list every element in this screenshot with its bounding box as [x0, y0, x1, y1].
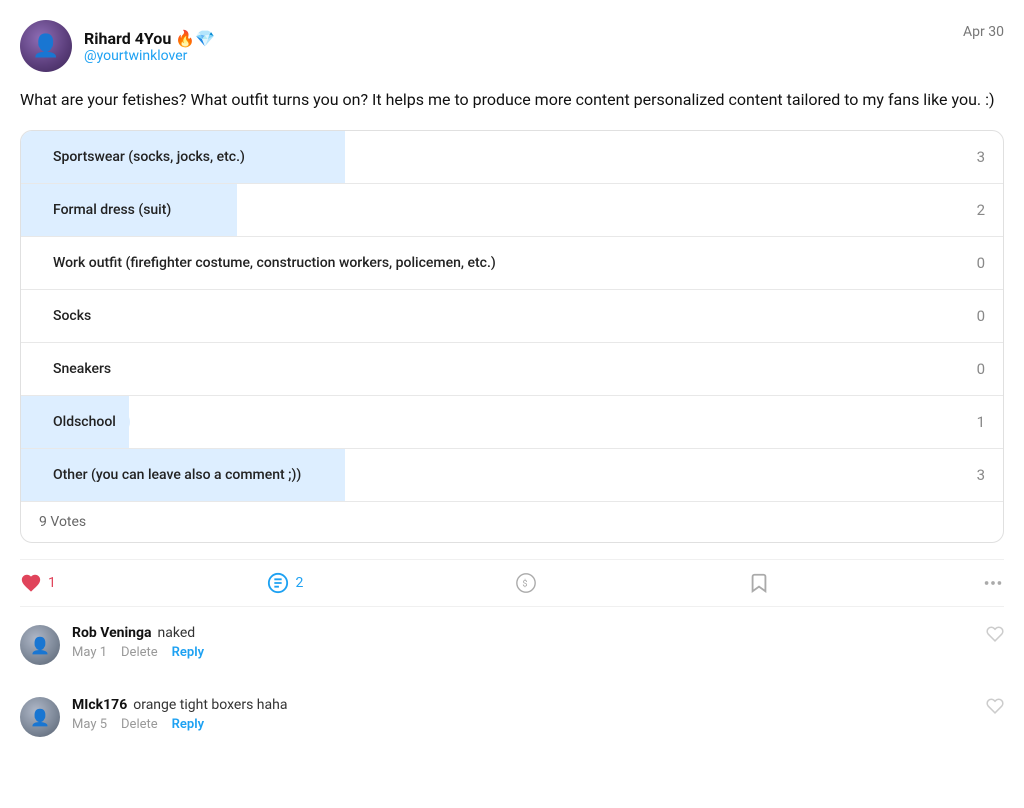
- poll-option-count: 1: [977, 413, 985, 431]
- poll-option-label: Other (you can leave also a comment ;)): [39, 463, 315, 487]
- comment-reply-button[interactable]: Reply: [172, 717, 204, 732]
- poll-option-label: Oldschool: [39, 410, 130, 434]
- poll-votes: 9 Votes: [21, 501, 1003, 542]
- poll-option[interactable]: Other (you can leave also a comment ;)) 3: [21, 449, 1003, 501]
- like-count: 1: [48, 575, 56, 591]
- poll-option[interactable]: Formal dress (suit) 2: [21, 184, 1003, 237]
- comment: 👤 Rob Veninga naked May 1 Delete Reply: [20, 625, 1004, 681]
- comment-header: MIck176 orange tight boxers haha: [72, 697, 974, 713]
- poll-option-count: 2: [977, 201, 985, 219]
- comment-reply-button[interactable]: Reply: [172, 645, 204, 660]
- poll-option[interactable]: Oldschool 1: [21, 396, 1003, 449]
- comment-text: naked: [158, 625, 196, 641]
- poll-option-count: 3: [977, 466, 985, 484]
- poll-option-label: Socks: [39, 304, 105, 328]
- comment-text: orange tight boxers haha: [133, 697, 287, 713]
- user-text: Rihard 4You 🔥💎 @yourtwinklover: [84, 29, 215, 64]
- poll-option[interactable]: Sportswear (socks, jocks, etc.) 3: [21, 131, 1003, 184]
- comment-avatar-icon: 👤: [30, 708, 50, 727]
- avatar[interactable]: 👤: [20, 20, 72, 72]
- comment-username: MIck176: [72, 697, 127, 713]
- poll-option[interactable]: Socks 0: [21, 290, 1003, 343]
- comment-header: Rob Veninga naked: [72, 625, 974, 641]
- heart-icon: [20, 572, 42, 594]
- bookmark-icon: [748, 572, 770, 594]
- poll-option-count: 0: [977, 307, 985, 325]
- comment-count: 2: [295, 575, 303, 591]
- poll-option-count: 0: [977, 360, 985, 378]
- comment-heart-button[interactable]: [986, 697, 1004, 719]
- comment-delete-button[interactable]: Delete: [121, 717, 158, 732]
- user-handle[interactable]: @yourtwinklover: [84, 48, 215, 64]
- post-date: Apr 30: [963, 24, 1004, 40]
- like-button[interactable]: 1: [20, 572, 56, 594]
- comment-delete-button[interactable]: Delete: [121, 645, 158, 660]
- poll-option-count: 3: [977, 148, 985, 166]
- username-text: Rihard 4You: [84, 29, 171, 48]
- action-bar: 1 2 $: [20, 559, 1004, 607]
- dollar-icon: $: [515, 572, 537, 594]
- user-info: 👤 Rihard 4You 🔥💎 @yourtwinklover: [20, 20, 215, 72]
- comment-username: Rob Veninga: [72, 625, 152, 641]
- heart-outline-icon: [986, 625, 1004, 643]
- poll-option-count: 0: [977, 254, 985, 272]
- poll-option[interactable]: Sneakers 0: [21, 343, 1003, 396]
- avatar-image: 👤: [32, 34, 59, 59]
- comment-date: May 5: [72, 717, 107, 732]
- poll-option[interactable]: Work outfit (firefighter costume, constr…: [21, 237, 1003, 290]
- comment-meta: May 5 Delete Reply: [72, 717, 974, 732]
- comment-date: May 1: [72, 645, 107, 660]
- poll-option-label: Work outfit (firefighter costume, constr…: [39, 251, 510, 275]
- username-emojis: 🔥💎: [175, 29, 215, 48]
- more-button[interactable]: [982, 572, 1004, 594]
- comment-avatar: 👤: [20, 697, 60, 737]
- post-body: What are your fetishes? What outfit turn…: [20, 88, 1004, 112]
- comment-avatar: 👤: [20, 625, 60, 665]
- comment-heart-button[interactable]: [986, 625, 1004, 647]
- username: Rihard 4You 🔥💎: [84, 29, 215, 48]
- comment-body: Rob Veninga naked May 1 Delete Reply: [72, 625, 974, 660]
- poll-option-label: Formal dress (suit): [39, 198, 185, 222]
- more-icon: [982, 572, 1004, 594]
- poll-container: Sportswear (socks, jocks, etc.) 3 Formal d…: [20, 130, 1004, 543]
- comment-avatar-icon: 👤: [30, 636, 50, 655]
- comment-icon: [267, 572, 289, 594]
- tip-button[interactable]: $: [515, 572, 537, 594]
- heart-outline-icon: [986, 697, 1004, 715]
- comment: 👤 MIck176 orange tight boxers haha May 5…: [20, 697, 1004, 753]
- bookmark-button[interactable]: [748, 572, 770, 594]
- poll-option-label: Sneakers: [39, 357, 125, 381]
- comments-container: 👤 Rob Veninga naked May 1 Delete Reply 👤: [20, 625, 1004, 753]
- comment-meta: May 1 Delete Reply: [72, 645, 974, 660]
- comment-button[interactable]: 2: [267, 572, 303, 594]
- comment-body: MIck176 orange tight boxers haha May 5 D…: [72, 697, 974, 732]
- post-header: 👤 Rihard 4You 🔥💎 @yourtwinklover Apr 30: [20, 20, 1004, 72]
- svg-text:$: $: [522, 579, 527, 590]
- poll-option-label: Sportswear (socks, jocks, etc.): [39, 145, 259, 169]
- poll-options: Sportswear (socks, jocks, etc.) 3 Formal d…: [21, 131, 1003, 501]
